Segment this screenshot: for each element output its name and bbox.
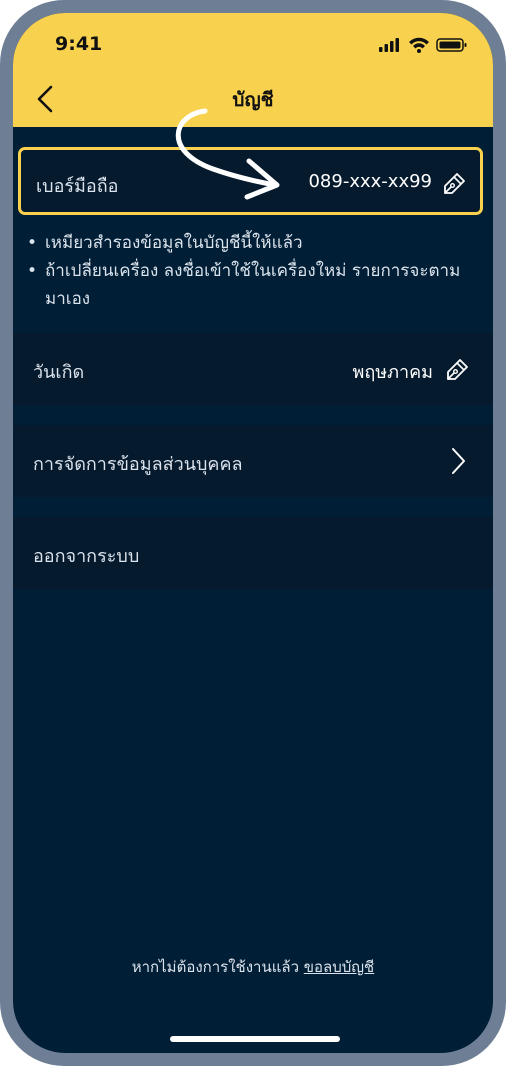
privacy-settings-row[interactable]: การจัดการข้อมูลส่วนบุคคล — [13, 425, 493, 497]
signal-icon — [379, 38, 399, 52]
note-item: • ถ้าเปลี่ยนเครื่อง ลงชื่อเข้าใช้ในเครื่… — [27, 261, 461, 309]
home-indicator — [170, 1036, 340, 1042]
phone-number-value: 089-xxx-xx99 — [308, 171, 432, 192]
logout-label: ออกจากระบบ — [33, 546, 140, 567]
birthday-label: วันเกิด — [33, 362, 85, 383]
screen: 9:41 บัญชี เบอร์มือถือ 089-xxx-xx99 • เห… — [13, 13, 493, 1053]
header-bar: 9:41 บัญชี — [13, 13, 493, 127]
note-text: เหมียวสำรองข้อมูลในบัญชีนี้ให้แล้ว — [45, 233, 303, 253]
note-item: • เหมียวสำรองข้อมูลในบัญชีนี้ให้แล้ว — [27, 233, 303, 253]
page-title: บัญชี — [232, 89, 274, 111]
delete-account-footer: หากไม่ต้องการใช้งานแล้ว ขอลบบัญชี — [13, 955, 493, 979]
phone-number-row[interactable]: เบอร์มือถือ 089-xxx-xx99 — [18, 147, 483, 215]
edit-pen-icon[interactable] — [445, 356, 471, 382]
note-text: ถ้าเปลี่ยนเครื่อง ลงชื่อเข้าใช้ในเครื่อง… — [45, 261, 461, 309]
logout-row[interactable]: ออกจากระบบ — [13, 517, 493, 589]
privacy-settings-label: การจัดการข้อมูลส่วนบุคคล — [33, 454, 243, 475]
footer-text: หากไม่ต้องการใช้งานแล้ว — [131, 958, 299, 976]
edit-pen-icon[interactable] — [442, 170, 468, 196]
wifi-icon — [409, 37, 429, 53]
phone-number-label: เบอร์มือถือ — [36, 176, 119, 197]
info-notes: • เหมียวสำรองข้อมูลในบัญชีนี้ให้แล้ว • ถ… — [25, 229, 465, 313]
battery-icon — [436, 38, 467, 52]
phone-frame: 9:41 บัญชี เบอร์มือถือ 089-xxx-xx99 • เห… — [0, 0, 506, 1066]
chevron-right-icon — [452, 448, 465, 474]
birthday-value: พฤษภาคม — [352, 362, 433, 383]
status-icons — [379, 37, 467, 53]
status-time: 9:41 — [55, 33, 103, 55]
delete-account-link[interactable]: ขอลบบัญชี — [304, 958, 374, 976]
birthday-row[interactable]: วันเกิด พฤษภาคม — [13, 333, 493, 405]
